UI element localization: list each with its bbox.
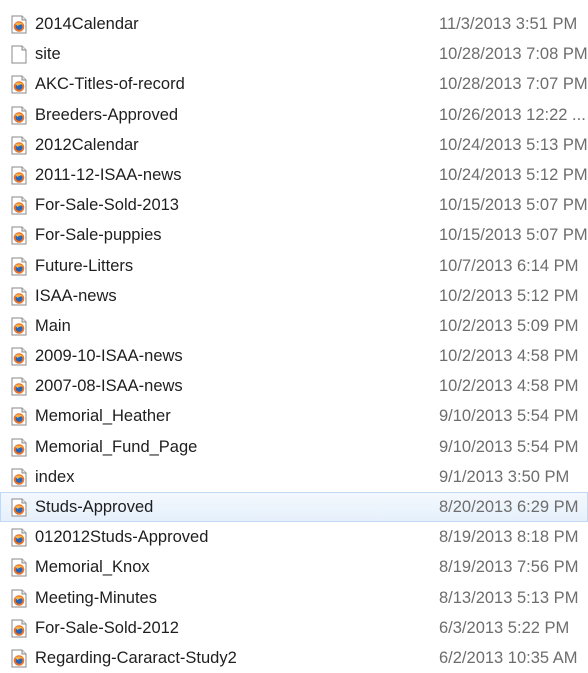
html-document-icon — [11, 347, 27, 366]
html-document-icon — [11, 226, 27, 245]
html-document-icon — [11, 558, 27, 577]
file-name: site — [35, 45, 61, 64]
file-name: 2011-12-ISAA-news — [35, 165, 182, 184]
file-row[interactable]: ISAA-news 10/2/2013 5:12 PM — [0, 281, 588, 311]
file-row[interactable]: Memorial_Knox 8/19/2013 7:56 PM — [0, 552, 588, 582]
file-row[interactable]: Memorial_Fund_Page 9/10/2013 5:54 PM — [0, 432, 588, 462]
date-modified: 8/13/2013 5:13 PM — [439, 588, 579, 607]
date-modified: 10/15/2013 5:07 PM — [439, 226, 588, 245]
date-modified: 8/20/2013 6:29 PM — [439, 498, 579, 516]
file-row[interactable]: site 10/28/2013 7:08 PM — [0, 39, 588, 69]
file-name: 2012Calendar — [35, 135, 139, 154]
file-name: index — [35, 467, 75, 486]
date-modified: 8/19/2013 8:18 PM — [439, 528, 579, 547]
html-document-icon — [11, 438, 27, 457]
date-modified: 9/10/2013 5:54 PM — [439, 407, 579, 426]
file-name: Studs-Approved — [35, 498, 154, 516]
file-row[interactable]: 2009-10-ISAA-news 10/2/2013 4:58 PM — [0, 341, 588, 371]
file-name: 2009-10-ISAA-news — [35, 347, 183, 366]
file-name: 2007-08-ISAA-news — [35, 377, 183, 396]
date-modified: 10/2/2013 5:09 PM — [439, 316, 579, 335]
date-modified: 9/10/2013 5:54 PM — [439, 437, 579, 456]
file-name: Memorial_Heather — [35, 407, 171, 426]
file-row[interactable]: Studs-Approved 8/20/2013 6:29 PM — [0, 492, 588, 523]
date-modified: 10/2/2013 5:12 PM — [439, 286, 579, 305]
html-document-icon — [11, 377, 27, 396]
date-modified: 8/19/2013 7:56 PM — [439, 558, 579, 577]
html-document-icon — [11, 468, 27, 487]
file-row[interactable]: Regarding-Cararact-Study2 6/2/2013 10:35 … — [0, 643, 588, 673]
date-modified: 10/24/2013 5:12 PM — [439, 165, 588, 184]
html-document-icon — [11, 106, 27, 125]
html-document-icon — [11, 166, 27, 185]
date-modified: 10/15/2013 5:07 PM — [439, 196, 588, 215]
date-modified: 11/3/2013 3:51 PM — [439, 15, 578, 33]
html-document-icon — [11, 498, 27, 517]
file-name: For-Sale-Sold-2012 — [35, 618, 179, 637]
html-document-icon — [11, 75, 27, 94]
file-list: 2014Calendar 11/3/2013 3:51 PM site 10/28/2… — [0, 0, 588, 671]
file-row[interactable]: Meeting-Minutes 8/13/2013 5:13 PM — [0, 583, 588, 613]
html-document-icon — [11, 15, 27, 34]
file-row[interactable]: For-Sale-puppies 10/15/2013 5:07 PM — [0, 220, 588, 250]
html-document-icon — [11, 136, 27, 155]
date-modified: 10/26/2013 12:22 ... — [439, 105, 586, 124]
html-document-icon — [11, 257, 27, 276]
html-document-icon — [11, 619, 27, 638]
file-name: Memorial_Knox — [35, 558, 150, 577]
file-name: 2014Calendar — [35, 15, 139, 33]
date-modified: 10/24/2013 5:13 PM — [439, 135, 588, 154]
blank-document-icon — [11, 45, 27, 64]
file-row[interactable]: 012012Studs-Approved 8/19/2013 8:18 PM — [0, 522, 588, 552]
file-row[interactable]: 2014Calendar 11/3/2013 3:51 PM — [0, 9, 588, 39]
file-name: For-Sale-puppies — [35, 226, 162, 245]
html-document-icon — [11, 528, 27, 547]
file-name: For-Sale-Sold-2013 — [35, 196, 179, 215]
file-row[interactable]: index 9/1/2013 3:50 PM — [0, 462, 588, 492]
date-modified: 10/7/2013 6:14 PM — [439, 256, 579, 275]
date-modified: 6/3/2013 5:22 PM — [439, 618, 570, 637]
date-modified: 10/28/2013 7:08 PM — [439, 45, 588, 64]
html-document-icon — [11, 196, 27, 215]
file-name: Memorial_Fund_Page — [35, 437, 198, 456]
file-name: AKC-Titles-of-record — [35, 75, 185, 94]
date-modified: 10/2/2013 4:58 PM — [439, 377, 579, 396]
file-row[interactable]: Breeders-Approved 10/26/2013 12:22 ... — [0, 100, 588, 130]
file-name: ISAA-news — [35, 286, 117, 305]
file-name: Main — [35, 316, 71, 335]
html-document-icon — [11, 649, 27, 668]
date-modified: 10/2/2013 4:58 PM — [439, 347, 579, 366]
html-document-icon — [11, 589, 27, 608]
date-modified: 9/1/2013 3:50 PM — [439, 467, 570, 486]
html-document-icon — [11, 407, 27, 426]
date-modified: 6/2/2013 10:35 AM — [439, 648, 578, 667]
html-document-icon — [11, 317, 27, 336]
file-row[interactable]: 2012Calendar 10/24/2013 5:13 PM — [0, 130, 588, 160]
file-name: Breeders-Approved — [35, 105, 179, 124]
date-modified: 10/28/2013 7:07 PM — [439, 75, 588, 94]
file-row[interactable]: For-Sale-Sold-2013 10/15/2013 5:07 PM — [0, 190, 588, 220]
file-row[interactable]: AKC-Titles-of-record 10/28/2013 7:07 PM — [0, 69, 588, 99]
file-row[interactable]: Future-Litters 10/7/2013 6:14 PM — [0, 251, 588, 281]
html-document-icon — [11, 287, 27, 306]
file-row[interactable]: Main 10/2/2013 5:09 PM — [0, 311, 588, 341]
file-row[interactable]: 2007-08-ISAA-news 10/2/2013 4:58 PM — [0, 371, 588, 401]
file-row[interactable]: 2011-12-ISAA-news 10/24/2013 5:12 PM — [0, 160, 588, 190]
file-name: Meeting-Minutes — [35, 588, 157, 607]
file-row[interactable]: For-Sale-Sold-2012 6/3/2013 5:22 PM — [0, 613, 588, 643]
file-row[interactable]: Memorial_Heather 9/10/2013 5:54 PM — [0, 401, 588, 431]
file-name: Future-Litters — [35, 256, 134, 275]
file-name: 012012Studs-Approved — [35, 528, 209, 547]
file-name: Regarding-Cararact-Study2 — [35, 648, 237, 667]
